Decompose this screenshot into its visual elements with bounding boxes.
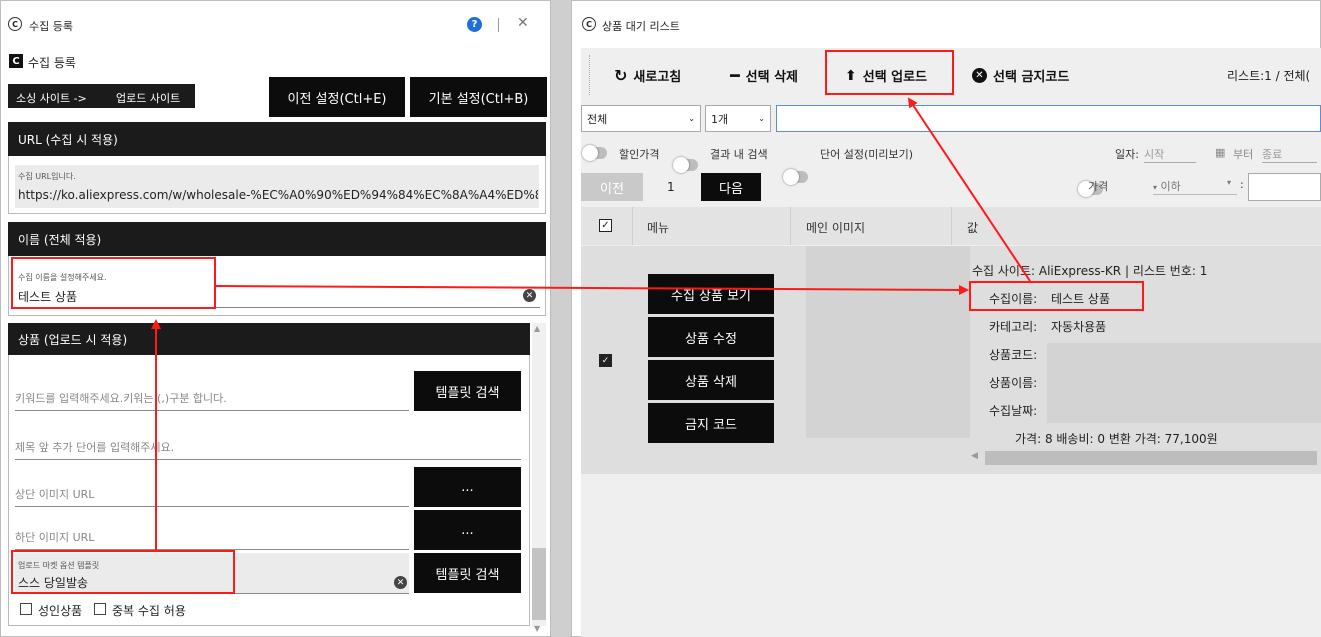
annotation-arrows <box>151 97 1031 550</box>
arrow-collect-name-to-upload <box>907 97 1031 282</box>
arrow-name-to-collect-name <box>215 284 969 295</box>
